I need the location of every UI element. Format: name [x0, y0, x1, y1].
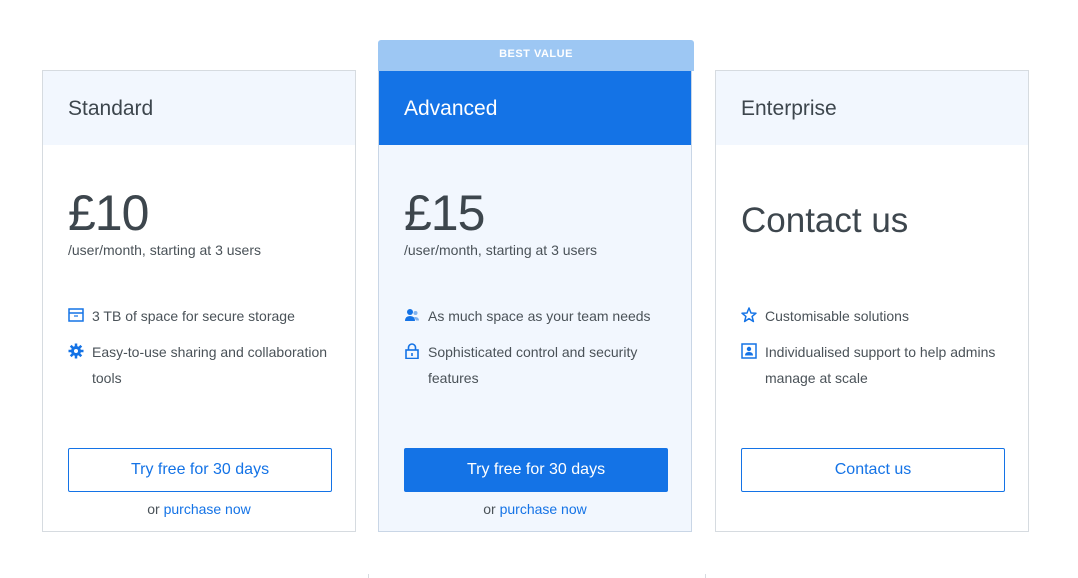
- lock-icon: [404, 341, 420, 360]
- feature-item: Sophisticated control and security featu…: [404, 339, 671, 391]
- star-icon: [741, 305, 757, 323]
- plan-card-advanced: BEST VALUE Advanced £15 /user/month, sta…: [378, 40, 694, 532]
- support-badge-icon: [741, 341, 757, 359]
- plan-name: Advanced: [404, 97, 498, 120]
- feature-item: As much space as your team needs: [404, 303, 671, 329]
- feature-item: Customisable solutions: [741, 303, 1008, 329]
- feature-item: 3 TB of space for secure storage: [68, 303, 335, 329]
- divider: [368, 574, 369, 578]
- divider: [705, 574, 706, 578]
- feature-list: Customisable solutions Individualised su…: [741, 303, 1008, 401]
- plan-price: £15: [404, 185, 485, 241]
- purchase-now-link[interactable]: purchase now: [500, 501, 587, 517]
- try-free-button[interactable]: Try free for 30 days: [404, 448, 668, 492]
- plan-header: Enterprise: [716, 71, 1028, 145]
- team-users-icon: [404, 305, 420, 321]
- plan-name: Standard: [68, 97, 154, 120]
- purchase-line: or purchase now: [147, 501, 251, 517]
- plan-price: £10: [68, 185, 149, 241]
- try-free-button[interactable]: Try free for 30 days: [68, 448, 332, 492]
- plan-card-enterprise: Enterprise Contact us Customisable solut…: [715, 70, 1029, 532]
- gear-icon: [68, 341, 84, 359]
- purchase-now-link[interactable]: purchase now: [164, 501, 251, 517]
- feature-list: As much space as your team needs Sophist…: [404, 303, 671, 401]
- plan-header: Advanced: [379, 71, 691, 145]
- feature-item: Easy-to-use sharing and collaboration to…: [68, 339, 335, 391]
- price-note: /user/month, starting at 3 users: [68, 242, 261, 258]
- best-value-badge: BEST VALUE: [378, 40, 694, 71]
- contact-us-button[interactable]: Contact us: [741, 448, 1005, 492]
- price-note: /user/month, starting at 3 users: [404, 242, 597, 258]
- plan-name: Enterprise: [741, 97, 837, 120]
- feature-list: 3 TB of space for secure storage Easy-to…: [68, 303, 335, 401]
- plan-price: Contact us: [741, 201, 909, 240]
- plan-card-standard: Standard £10 /user/month, starting at 3 …: [42, 70, 356, 532]
- plan-header: Standard: [43, 71, 355, 145]
- feature-item: Individualised support to help admins ma…: [741, 339, 1008, 391]
- storage-box-icon: [68, 305, 84, 322]
- purchase-line: or purchase now: [483, 501, 587, 517]
